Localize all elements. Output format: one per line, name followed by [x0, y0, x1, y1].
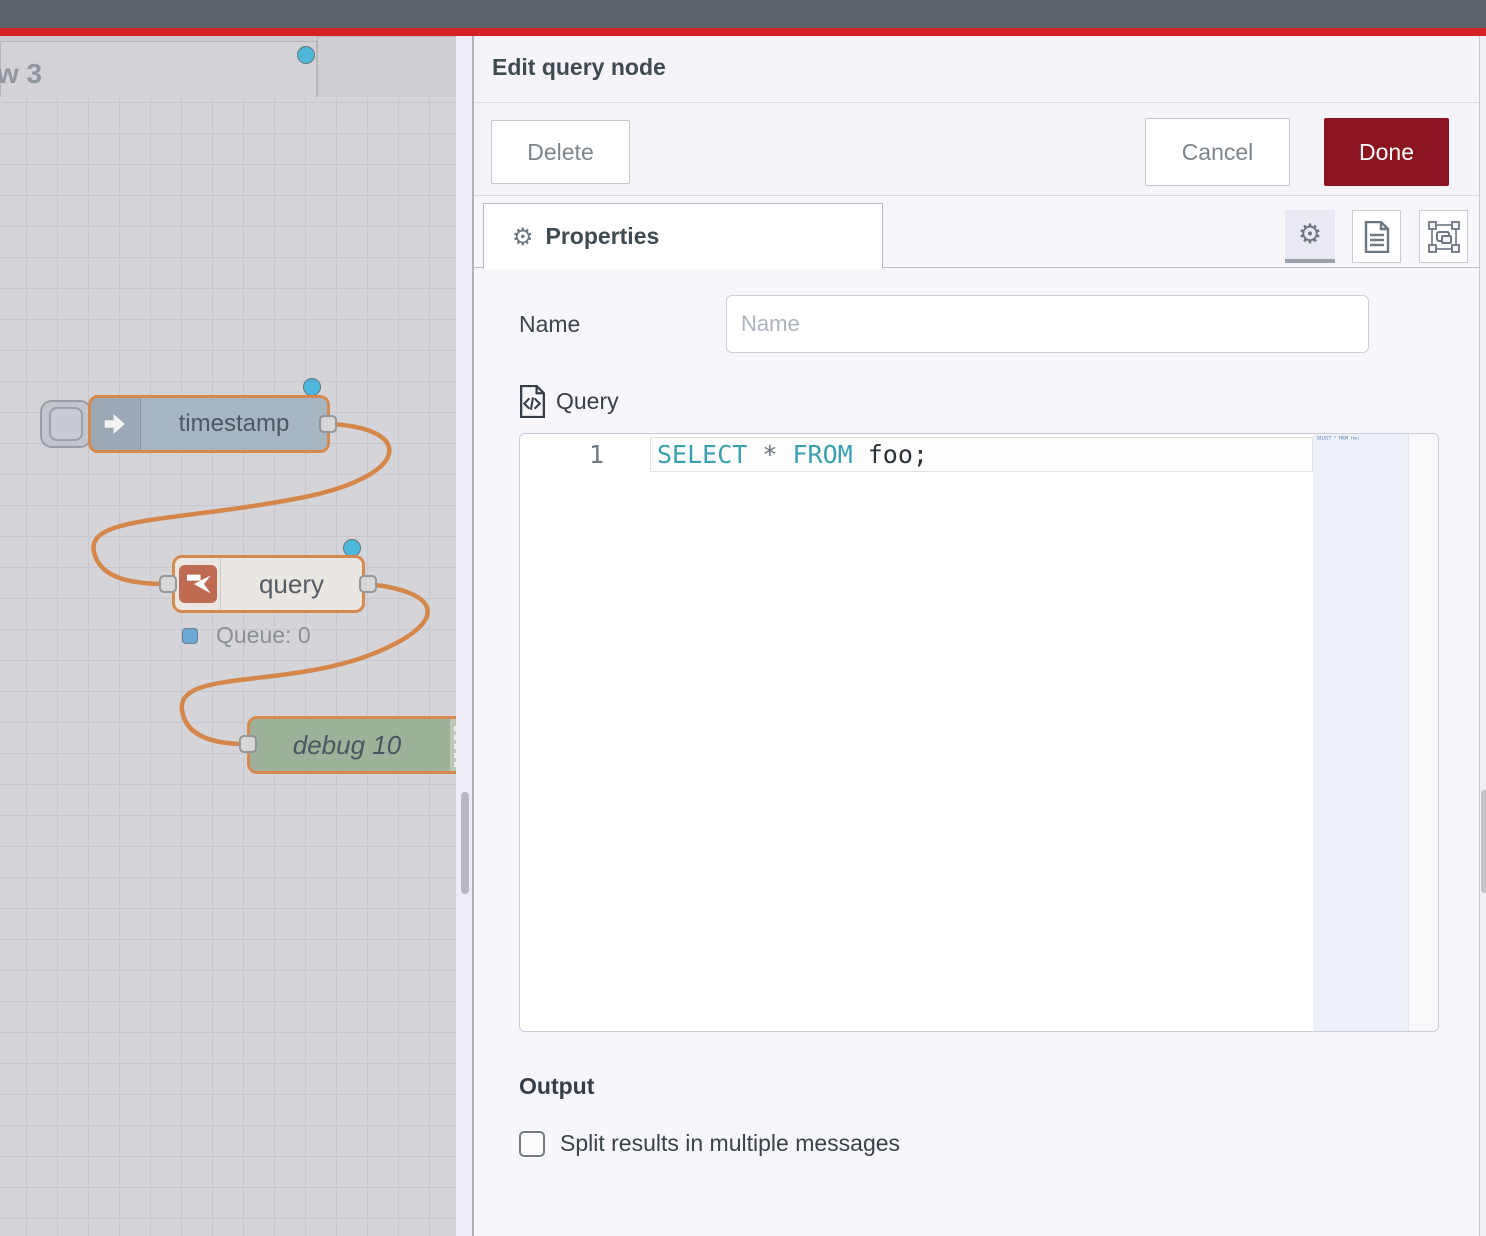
- dialog-tabrow: ⚙ Properties ⚙: [474, 196, 1486, 268]
- query-field-label: Query: [556, 388, 619, 415]
- file-code-icon: [519, 385, 546, 418]
- header-bar: [0, 0, 1486, 28]
- split-results-label: Split results in multiple messages: [560, 1130, 900, 1157]
- output-section-heading: Output: [519, 1073, 594, 1100]
- mysql-node-icon: [179, 565, 217, 603]
- node-label: debug 10: [250, 730, 472, 761]
- split-results-row: Split results in multiple messages: [519, 1130, 900, 1157]
- tab-properties[interactable]: ⚙ Properties: [483, 203, 883, 269]
- query-output-port[interactable]: [359, 575, 377, 593]
- cancel-button[interactable]: Cancel: [1145, 118, 1290, 186]
- appearance-view-button[interactable]: [1419, 210, 1468, 263]
- description-view-button[interactable]: [1352, 210, 1401, 263]
- delete-button[interactable]: Delete: [491, 120, 630, 184]
- status-dot-icon: [182, 628, 198, 644]
- sql-keyword: FROM: [792, 440, 852, 469]
- query-node-status: Queue: 0: [182, 622, 311, 649]
- edit-node-dialog: Edit query node Delete Cancel Done ⚙ Pro…: [472, 36, 1486, 1236]
- flow-canvas[interactable]: [0, 97, 456, 1236]
- query-input-port[interactable]: [159, 575, 177, 593]
- dialog-scrollbar[interactable]: [1479, 36, 1486, 1236]
- sql-identifier: foo;: [853, 440, 928, 469]
- editor-code-line: SELECT * FROM foo;: [657, 440, 928, 469]
- header-red-divider: [0, 28, 1486, 36]
- gear-icon: ⚙: [512, 223, 534, 251]
- sql-keyword: SELECT: [657, 440, 747, 469]
- inject-trigger-button-inner: [49, 407, 83, 441]
- document-icon: [1364, 221, 1390, 253]
- inject-arrow-icon: [101, 409, 131, 439]
- editor-minimap[interactable]: SELECT * FROM foo;: [1313, 434, 1408, 1031]
- minimap-code-text: SELECT * FROM foo;: [1317, 436, 1360, 441]
- inject-output-port[interactable]: [319, 415, 337, 433]
- editor-line-number: 1: [520, 440, 604, 469]
- workspace-scrollbar[interactable]: [456, 36, 472, 1236]
- dialog-header: Edit query node: [474, 36, 1486, 103]
- tab-properties-label: Properties: [546, 223, 660, 250]
- query-icon-region: [175, 558, 221, 610]
- done-button[interactable]: Done: [1324, 118, 1449, 186]
- split-results-checkbox[interactable]: [519, 1131, 545, 1157]
- node-debug[interactable]: debug 10: [247, 716, 472, 774]
- flow-tab-label: w 3: [0, 58, 42, 90]
- query-field-row: Query: [519, 385, 619, 418]
- flow-workspace: w 3 timestamp quer: [0, 36, 472, 1236]
- dialog-scrollbar-thumb[interactable]: [1481, 790, 1486, 893]
- inject-icon-region: [91, 398, 141, 450]
- node-label: query: [221, 569, 362, 600]
- properties-view-button[interactable]: ⚙: [1285, 210, 1335, 263]
- flow-tab-next[interactable]: [317, 36, 457, 97]
- sql-code-editor[interactable]: 1 SELECT * FROM foo; SELECT * FROM foo;: [519, 433, 1439, 1032]
- node-label: timestamp: [141, 410, 327, 438]
- workspace-scrollbar-thumb[interactable]: [461, 792, 469, 894]
- editor-scrollbar-area[interactable]: [1408, 434, 1439, 1031]
- debug-input-port[interactable]: [239, 735, 257, 753]
- inject-changed-dot: [303, 378, 321, 396]
- name-input[interactable]: [726, 295, 1369, 353]
- flow-tabbar: w 3: [0, 36, 456, 97]
- node-query[interactable]: query: [172, 555, 365, 613]
- sql-operator: *: [747, 440, 792, 469]
- tab-changed-dot: [297, 46, 315, 64]
- flow-tab-active[interactable]: w 3: [0, 41, 317, 97]
- status-text: Queue: 0: [216, 622, 311, 649]
- appearance-icon: [1428, 221, 1460, 253]
- dialog-title: Edit query node: [492, 54, 666, 81]
- name-field-label: Name: [519, 311, 580, 338]
- dialog-button-row: Delete Cancel Done: [474, 103, 1486, 196]
- inject-trigger-button[interactable]: [40, 400, 92, 448]
- node-inject-timestamp[interactable]: timestamp: [88, 395, 330, 453]
- gear-icon: ⚙: [1298, 219, 1322, 250]
